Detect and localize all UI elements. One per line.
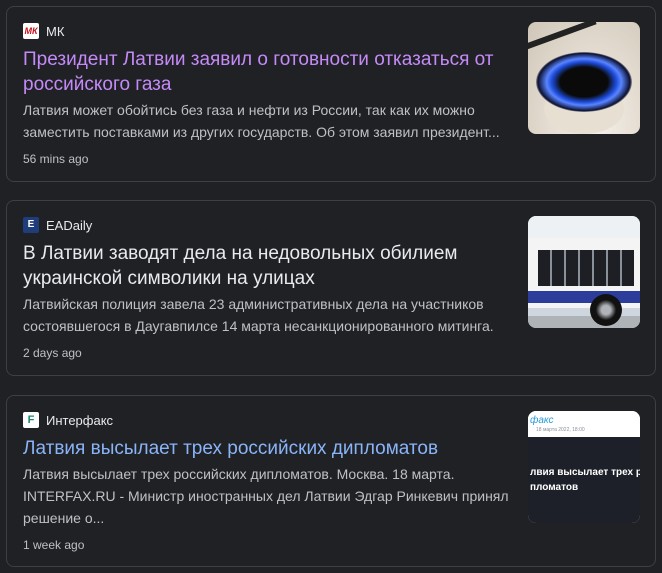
thumb-date: 18 марта 2022, 18:00 bbox=[536, 427, 585, 433]
news-timestamp: 2 days ago bbox=[23, 346, 82, 360]
news-snippet: Латвия может обойтись без газа и нефти и… bbox=[23, 102, 500, 140]
eadaily-logo-icon: E bbox=[23, 217, 39, 233]
news-card[interactable]: МК МК Президент Латвии заявил о готовнос… bbox=[6, 6, 656, 182]
news-source: МК МК bbox=[23, 23, 64, 39]
gas-flame-icon bbox=[536, 52, 632, 112]
news-timestamp: 56 mins ago bbox=[23, 152, 89, 166]
news-snippet: Латвийская полиция завела 23 администрат… bbox=[23, 296, 494, 334]
news-title-link[interactable]: Президент Латвии заявил о готовности отк… bbox=[23, 47, 503, 97]
thumb-brand: факс bbox=[530, 415, 554, 426]
news-title-link[interactable]: В Латвии заводят дела на недовольных оби… bbox=[23, 241, 503, 291]
news-title-link[interactable]: Латвия высылает трех российских дипломат… bbox=[23, 436, 503, 461]
news-card[interactable]: E EADaily В Латвии заводят дела на недов… bbox=[6, 200, 656, 376]
news-snippet: Латвия высылает трех российских дипломат… bbox=[23, 466, 509, 526]
news-source: E EADaily bbox=[23, 217, 92, 233]
news-thumbnail[interactable]: факс 18 марта 2022, 18:00 лвия высылает … bbox=[528, 411, 640, 523]
news-timestamp: 1 week ago bbox=[23, 538, 85, 552]
news-source: F Интерфакс bbox=[23, 412, 113, 428]
news-card[interactable]: F Интерфакс Латвия высылает трех российс… bbox=[6, 395, 656, 567]
news-thumbnail[interactable] bbox=[528, 22, 640, 134]
source-name: EADaily bbox=[46, 217, 93, 233]
thumb-headline: лвия высылает трех р пломатов bbox=[530, 467, 640, 493]
bus-wheel-icon bbox=[590, 294, 622, 326]
mk-logo-icon: МК bbox=[23, 23, 39, 39]
news-thumbnail[interactable] bbox=[528, 216, 640, 328]
source-name: Интерфакс bbox=[46, 412, 114, 428]
interfax-logo-icon: F bbox=[23, 412, 39, 428]
source-name: МК bbox=[46, 23, 65, 39]
